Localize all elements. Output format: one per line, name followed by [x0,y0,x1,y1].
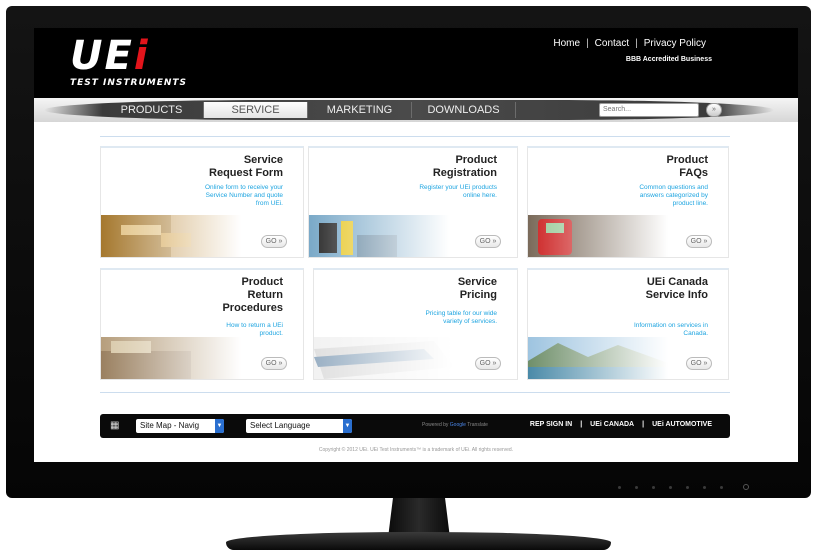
power-icon [743,484,749,490]
go-button[interactable]: GO » [261,357,287,370]
divider [100,136,730,137]
footer-links: REP SIGN IN | UEi CANADA | UEi AUTOMOTIV… [530,421,712,428]
separator: | [635,38,638,49]
card-description: How to return a UEi product. [226,322,283,337]
logo-subtitle: TEST INSTRUMENTS [70,78,188,88]
card-service-pricing[interactable]: Service Pricing Pricing table for our wi… [313,268,518,380]
card-product-registration[interactable]: Product Registration Register your UEi p… [308,146,518,258]
site-footer: ▦ Site Map - Navig ▼ Select Language ▼ Pow… [100,414,730,438]
go-button[interactable]: GO » [475,235,501,248]
separator: | [586,38,589,49]
card-image [101,337,241,379]
go-button[interactable]: GO » [475,357,501,370]
card-title: Service Request Form [209,154,283,179]
go-button[interactable]: GO » [686,357,712,370]
separator: | [642,421,645,428]
card-title: Product Registration [432,154,497,179]
chevron-down-icon: ▼ [215,419,224,433]
card-description: Pricing table for our wide variety of se… [425,310,497,325]
uei-logo[interactable]: UEi TEST INSTRUMENTS [70,36,187,88]
chevron-down-icon: ▼ [343,419,352,433]
bbb-link[interactable]: BBB Accredited Business [626,56,712,63]
top-links: Home | Contact | Privacy Policy [553,38,706,49]
card-uei-canada-service-info[interactable]: UEi Canada Service Info Information on s… [527,268,729,380]
go-button[interactable]: GO » [686,235,712,248]
card-image [309,215,449,257]
nav-tabs: PRODUCTS SERVICE MARKETING DOWNLOADS [100,102,516,118]
card-image [314,337,454,379]
language-select[interactable]: Select Language ▼ [246,419,352,433]
card-image [101,215,241,257]
separator: | [580,421,583,428]
card-description: Information on services in Canada. [633,322,708,337]
screen: UEi TEST INSTRUMENTS Home | Contact | Pr… [34,28,798,462]
powered-by-google[interactable]: Powered by Google Translate [422,422,488,428]
uei-canada-link[interactable]: UEi CANADA [590,421,634,428]
search-button[interactable]: » [706,103,722,117]
card-title: Product Return Procedures [222,276,283,314]
rep-sign-in-link[interactable]: REP SIGN IN [530,421,572,428]
logo-accent: i [133,33,150,79]
tab-service[interactable]: SERVICE [204,102,308,118]
card-image [528,215,668,257]
card-description: Online form to receive your Service Numb… [204,184,283,207]
divider [100,392,730,393]
monitor-base [226,532,611,550]
card-description: Common questions and answers categorized… [639,184,708,207]
card-description: Register your UEi products online here. [419,184,497,199]
go-button[interactable]: GO » [261,235,287,248]
uei-automotive-link[interactable]: UEi AUTOMOTIVE [652,421,712,428]
card-product-faqs[interactable]: Product FAQs Common questions and answer… [527,146,729,258]
tab-marketing[interactable]: MARKETING [308,102,412,118]
tab-products[interactable]: PRODUCTS [100,102,204,118]
card-service-request-form[interactable]: Service Request Form Online form to rece… [100,146,304,258]
card-title: UEi Canada Service Info [645,276,708,301]
sitemap-icon: ▦ [110,420,120,431]
privacy-policy-link[interactable]: Privacy Policy [644,38,706,49]
copyright: Copyright © 2012 UEi. UEi Test Instrumen… [318,447,514,453]
card-image [528,337,668,379]
logo-mark: UEi [70,33,150,79]
card-title: Product FAQs [666,154,708,179]
home-link[interactable]: Home [553,38,580,49]
main-nav: PRODUCTS SERVICE MARKETING DOWNLOADS Sea… [34,98,798,122]
monitor-buttons [618,484,749,490]
tab-downloads[interactable]: DOWNLOADS [412,102,516,118]
card-title: Service Pricing [457,276,497,301]
contact-link[interactable]: Contact [595,38,629,49]
card-product-return-procedures[interactable]: Product Return Procedures How to return … [100,268,304,380]
search-input[interactable]: Search... [599,103,699,117]
sitemap-select[interactable]: Site Map - Navig ▼ [136,419,224,433]
site-header: UEi TEST INSTRUMENTS Home | Contact | Pr… [34,28,798,98]
